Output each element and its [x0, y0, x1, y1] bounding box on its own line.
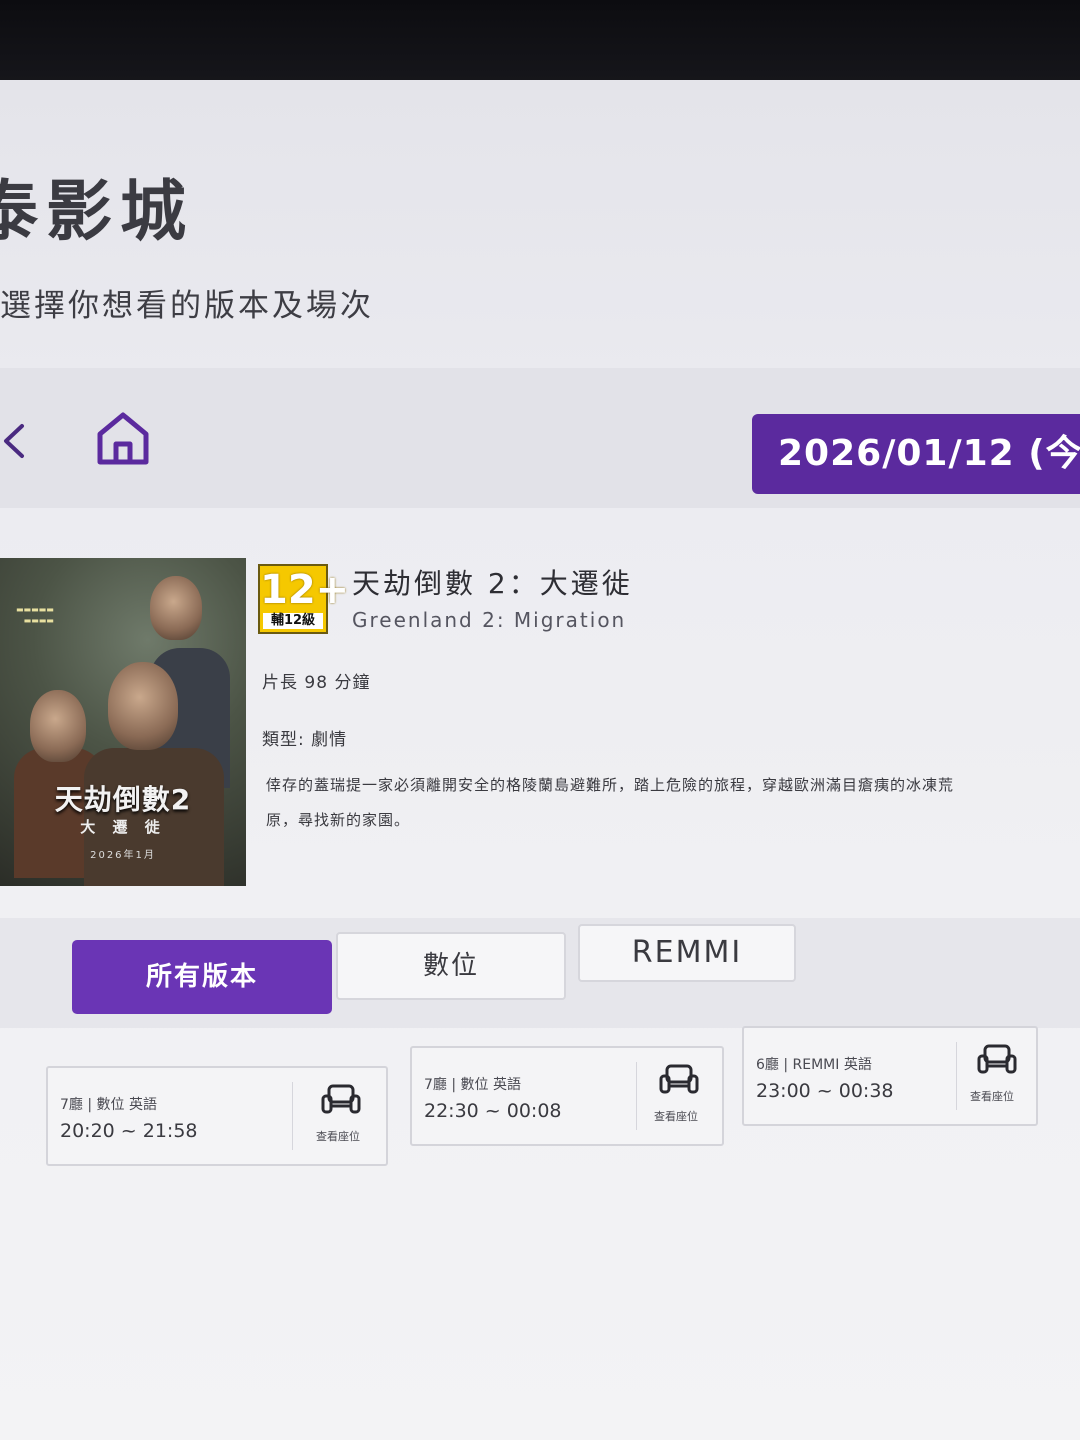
poster-tagline: ▬▬▬▬▬ ▬▬▬▬: [16, 605, 54, 625]
movie-title: 天劫倒數 2：大遷徙: [352, 567, 633, 600]
tab-all-versions[interactable]: 所有版本: [72, 940, 332, 1014]
view-seats-label[interactable]: 查看座位: [316, 1128, 360, 1144]
showtime-card[interactable]: 7廳 | 數位 英語 22:30 ~ 00:08 查看座位: [410, 1046, 724, 1146]
page-subtitle: 選擇你想看的版本及場次: [0, 288, 374, 324]
home-icon[interactable]: [94, 410, 152, 466]
seat-icon[interactable]: [658, 1062, 700, 1098]
movie-title-english: Greenland 2: Migration: [352, 608, 627, 632]
synopsis-line: 原，尋找新的家園。: [266, 811, 411, 829]
showtime-hall-format: 7廳 | 數位 英語: [60, 1097, 157, 1113]
movie-runtime: 片長 98 分鐘: [262, 673, 371, 693]
back-arrow-icon[interactable]: [0, 420, 30, 462]
seat-icon[interactable]: [320, 1082, 362, 1118]
showtime-time: 20:20 ~ 21:58: [60, 1120, 198, 1142]
showtime-hall-format: 6廳 | REMMI 英語: [756, 1057, 872, 1073]
poster-title: 天劫倒數2: [54, 783, 192, 816]
showtime-card[interactable]: 6廳 | REMMI 英語 23:00 ~ 00:38 查看座位: [742, 1026, 1038, 1126]
view-seats-label[interactable]: 查看座位: [970, 1088, 1014, 1104]
date-selector-button[interactable]: 2026/01/12 (今日): [752, 414, 1080, 494]
seat-icon[interactable]: [976, 1042, 1018, 1078]
tab-digital[interactable]: 數位: [336, 932, 566, 1000]
rating-number: 12+: [260, 567, 350, 613]
movie-synopsis: 倖存的蓋瑞提一家必須離開安全的格陵蘭島避難所，踏上危險的旅程，穿越歐洲滿目瘡痍的…: [266, 768, 1066, 838]
divider: [956, 1042, 957, 1110]
synopsis-line: 倖存的蓋瑞提一家必須離開安全的格陵蘭島避難所，踏上危險的旅程，穿越歐洲滿目瘡痍的…: [266, 776, 955, 794]
tab-remmi[interactable]: REMMI: [578, 924, 796, 982]
movie-genre: 類型: 劇情: [262, 730, 348, 750]
movie-poster: ▬▬▬▬▬ ▬▬▬▬ 天劫倒數2 大 遷 徙 2026年1月: [0, 558, 246, 886]
poster-subtitle: 大 遷 徙: [80, 818, 166, 836]
age-rating-badge: 12+ 輔12級: [258, 564, 350, 634]
brand-title: 泰影城: [0, 173, 194, 250]
poster-date: 2026年1月: [90, 850, 156, 861]
showtime-hall-format: 7廳 | 數位 英語: [424, 1077, 521, 1093]
showtime-time: 22:30 ~ 00:08: [424, 1100, 562, 1122]
poster-figure-face: [30, 690, 86, 762]
showtime-time: 23:00 ~ 00:38: [756, 1080, 894, 1102]
rating-label: 輔12級: [263, 613, 323, 629]
poster-figure-face: [150, 576, 202, 640]
divider: [636, 1062, 637, 1130]
monitor-bezel: [0, 0, 1080, 90]
view-seats-label[interactable]: 查看座位: [654, 1108, 698, 1124]
poster-figure-face: [108, 662, 178, 750]
divider: [292, 1082, 293, 1150]
showtime-card[interactable]: 7廳 | 數位 英語 20:20 ~ 21:58 查看座位: [46, 1066, 388, 1166]
screen: 泰影城 選擇你想看的版本及場次 2026/01/12 (今日) ▬▬▬▬▬ ▬▬…: [0, 80, 1080, 1440]
